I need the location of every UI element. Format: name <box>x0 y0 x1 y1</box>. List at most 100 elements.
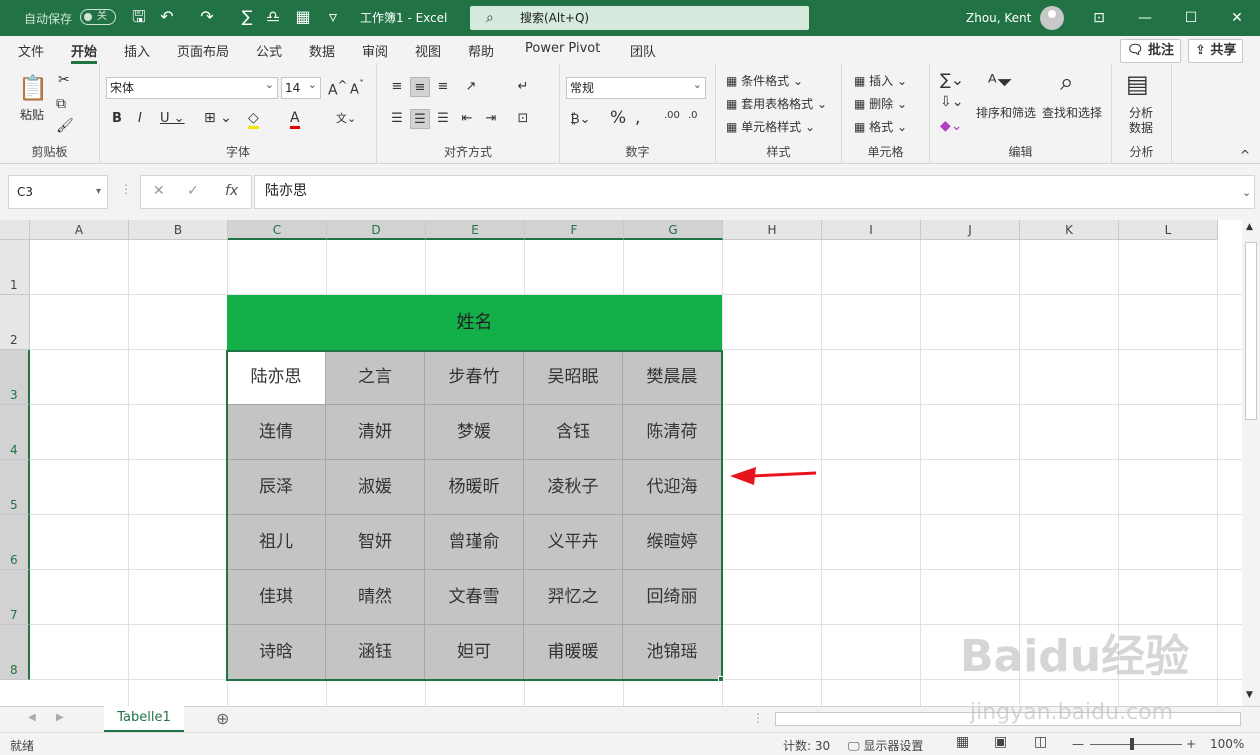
number-format-combo[interactable]: 常规 <box>566 75 706 99</box>
zoom-out-icon[interactable]: — <box>1072 737 1084 751</box>
cell-styles-button[interactable]: ▦ 单元格样式 ⌄ <box>726 118 815 135</box>
tab-review[interactable]: 审阅 <box>362 41 388 60</box>
format-cells-button[interactable]: ▦ 格式 ⌄ <box>854 118 907 135</box>
tab-power-pivot[interactable]: Power Pivot <box>525 41 600 56</box>
column-header-c[interactable]: C <box>228 220 327 240</box>
page-layout-view-icon[interactable]: ▣ <box>994 734 1007 750</box>
table-cell[interactable]: 辰泽 <box>227 460 326 515</box>
analyze-data-icon[interactable]: ▤ <box>1126 70 1149 98</box>
table-cell[interactable]: 妲可 <box>425 625 524 680</box>
font-color-icon[interactable]: A <box>290 110 300 129</box>
column-header-k[interactable]: K <box>1020 220 1119 240</box>
fill-handle[interactable] <box>718 676 724 682</box>
align-top-icon[interactable]: ≡ <box>387 77 407 97</box>
tab-insert[interactable]: 插入 <box>124 41 150 60</box>
table-icon[interactable]: ▦ <box>292 6 314 28</box>
undo-icon[interactable]: ↶ <box>156 6 178 28</box>
column-header-i[interactable]: I <box>822 220 921 240</box>
zoom-in-icon[interactable]: + <box>1186 737 1196 751</box>
name-box[interactable]: C3 <box>8 175 108 209</box>
row-header-8[interactable]: 8 <box>0 625 30 680</box>
decrease-indent-icon[interactable]: ⇤ <box>457 109 477 129</box>
zoom-level[interactable]: 100% <box>1210 737 1244 751</box>
table-cell[interactable]: 杨暖昕 <box>425 460 524 515</box>
prev-sheet-icon[interactable]: ◀ <box>28 712 36 723</box>
formula-icon[interactable]: ♎ <box>262 6 284 28</box>
autosum-icon[interactable]: ∑⌄ <box>940 70 964 89</box>
scroll-down-icon[interactable]: ▼ <box>1246 690 1253 700</box>
align-bottom-icon[interactable]: ≡ <box>433 77 453 97</box>
table-cell[interactable]: 淑媛 <box>326 460 425 515</box>
font-name-combo[interactable]: 宋体 <box>106 75 278 99</box>
merge-center-icon[interactable]: ⊡ <box>513 109 533 129</box>
column-header-e[interactable]: E <box>426 220 525 240</box>
tab-file[interactable]: 文件 <box>18 41 44 60</box>
collapse-ribbon-icon[interactable]: ^ <box>1240 148 1250 162</box>
expand-formula-icon[interactable]: ⌄ <box>1242 186 1251 199</box>
scroll-up-icon[interactable]: ▲ <box>1246 222 1253 232</box>
avatar[interactable] <box>1040 6 1064 30</box>
tab-data[interactable]: 数据 <box>309 41 335 60</box>
table-cell[interactable]: 梦媛 <box>425 405 524 460</box>
table-cell[interactable]: 含钰 <box>524 405 623 460</box>
table-cell[interactable]: 池锦瑶 <box>623 625 722 680</box>
table-cell[interactable]: 诗晗 <box>227 625 326 680</box>
table-cell[interactable]: 连倩 <box>227 405 326 460</box>
minimize-icon[interactable]: — <box>1122 0 1168 36</box>
page-break-view-icon[interactable]: ◫ <box>1034 734 1047 750</box>
fill-icon[interactable]: ⇩⌄ <box>940 94 963 110</box>
shrink-font-icon[interactable]: Aˇ <box>350 78 364 97</box>
table-cell[interactable]: 吴昭眠 <box>524 350 623 405</box>
table-cell[interactable]: 文春雪 <box>425 570 524 625</box>
next-sheet-icon[interactable]: ▶ <box>56 712 64 723</box>
column-header-h[interactable]: H <box>723 220 822 240</box>
normal-view-icon[interactable]: ▦ <box>956 734 969 750</box>
display-settings-button[interactable]: 🖵 显示器设置 <box>848 737 923 754</box>
column-header-j[interactable]: J <box>921 220 1020 240</box>
sheet-tab[interactable]: Tabelle1 <box>104 706 184 732</box>
table-cell[interactable]: 曾瑾俞 <box>425 515 524 570</box>
insert-cells-button[interactable]: ▦ 插入 ⌄ <box>854 72 907 89</box>
formula-input[interactable]: 陆亦思 <box>254 175 1255 209</box>
comments-button[interactable]: 🗨 批注 <box>1120 39 1182 63</box>
table-cell[interactable]: 清妍 <box>326 405 425 460</box>
align-left-icon[interactable]: ☰ <box>387 109 407 129</box>
row-header-3[interactable]: 3 <box>0 350 30 405</box>
phonetic-icon[interactable]: 文⌄ <box>336 110 356 126</box>
sum-icon[interactable]: ∑ <box>236 6 258 28</box>
font-size-combo[interactable]: 14 <box>281 75 321 99</box>
paste-icon[interactable]: 📋 <box>18 74 48 102</box>
tab-home[interactable]: 开始 <box>71 41 98 64</box>
increase-indent-icon[interactable]: ⇥ <box>481 109 501 129</box>
row-header-2[interactable]: 2 <box>0 295 30 350</box>
row-header-7[interactable]: 7 <box>0 570 30 625</box>
table-cell[interactable]: 凌秋子 <box>524 460 623 515</box>
find-select-label[interactable]: 查找和选择 <box>1042 104 1102 121</box>
column-header-b[interactable]: B <box>129 220 228 240</box>
increase-decimal-icon[interactable]: .00 <box>664 110 680 121</box>
table-cell[interactable]: 义平卉 <box>524 515 623 570</box>
autosave-toggle[interactable]: 关 <box>80 9 116 25</box>
clear-icon[interactable]: ◆⌄ <box>940 118 963 134</box>
sort-filter-label[interactable]: 排序和筛选 <box>976 104 1036 121</box>
tab-help[interactable]: 帮助 <box>468 41 494 60</box>
insert-function-icon[interactable]: fx <box>225 183 238 199</box>
format-painter-icon[interactable]: 🖌 <box>56 118 74 134</box>
maximize-icon[interactable]: ☐ <box>1168 0 1214 36</box>
share-button[interactable]: ⇪ 共享 <box>1188 39 1244 63</box>
percent-icon[interactable]: % <box>610 108 626 128</box>
select-all-corner[interactable] <box>0 220 30 240</box>
ribbon-display-icon[interactable]: ⊡ <box>1076 0 1122 36</box>
column-header-g[interactable]: G <box>624 220 723 240</box>
fill-color-icon[interactable]: ◇ <box>248 110 259 129</box>
search-box[interactable]: ⌕ 搜索(Alt+Q) <box>470 6 809 30</box>
table-cell[interactable]: 之言 <box>326 350 425 405</box>
table-cell[interactable]: 祖儿 <box>227 515 326 570</box>
table-cell[interactable]: 步春竹 <box>425 350 524 405</box>
delete-cells-button[interactable]: ▦ 删除 ⌄ <box>854 95 907 112</box>
tab-formulas[interactable]: 公式 <box>256 41 282 60</box>
save-icon[interactable]: 🖫 <box>128 6 150 28</box>
close-icon[interactable]: ✕ <box>1214 0 1260 36</box>
vertical-scrollbar[interactable]: ▲ ▼ <box>1242 220 1260 706</box>
table-cell[interactable]: 回绮丽 <box>623 570 722 625</box>
